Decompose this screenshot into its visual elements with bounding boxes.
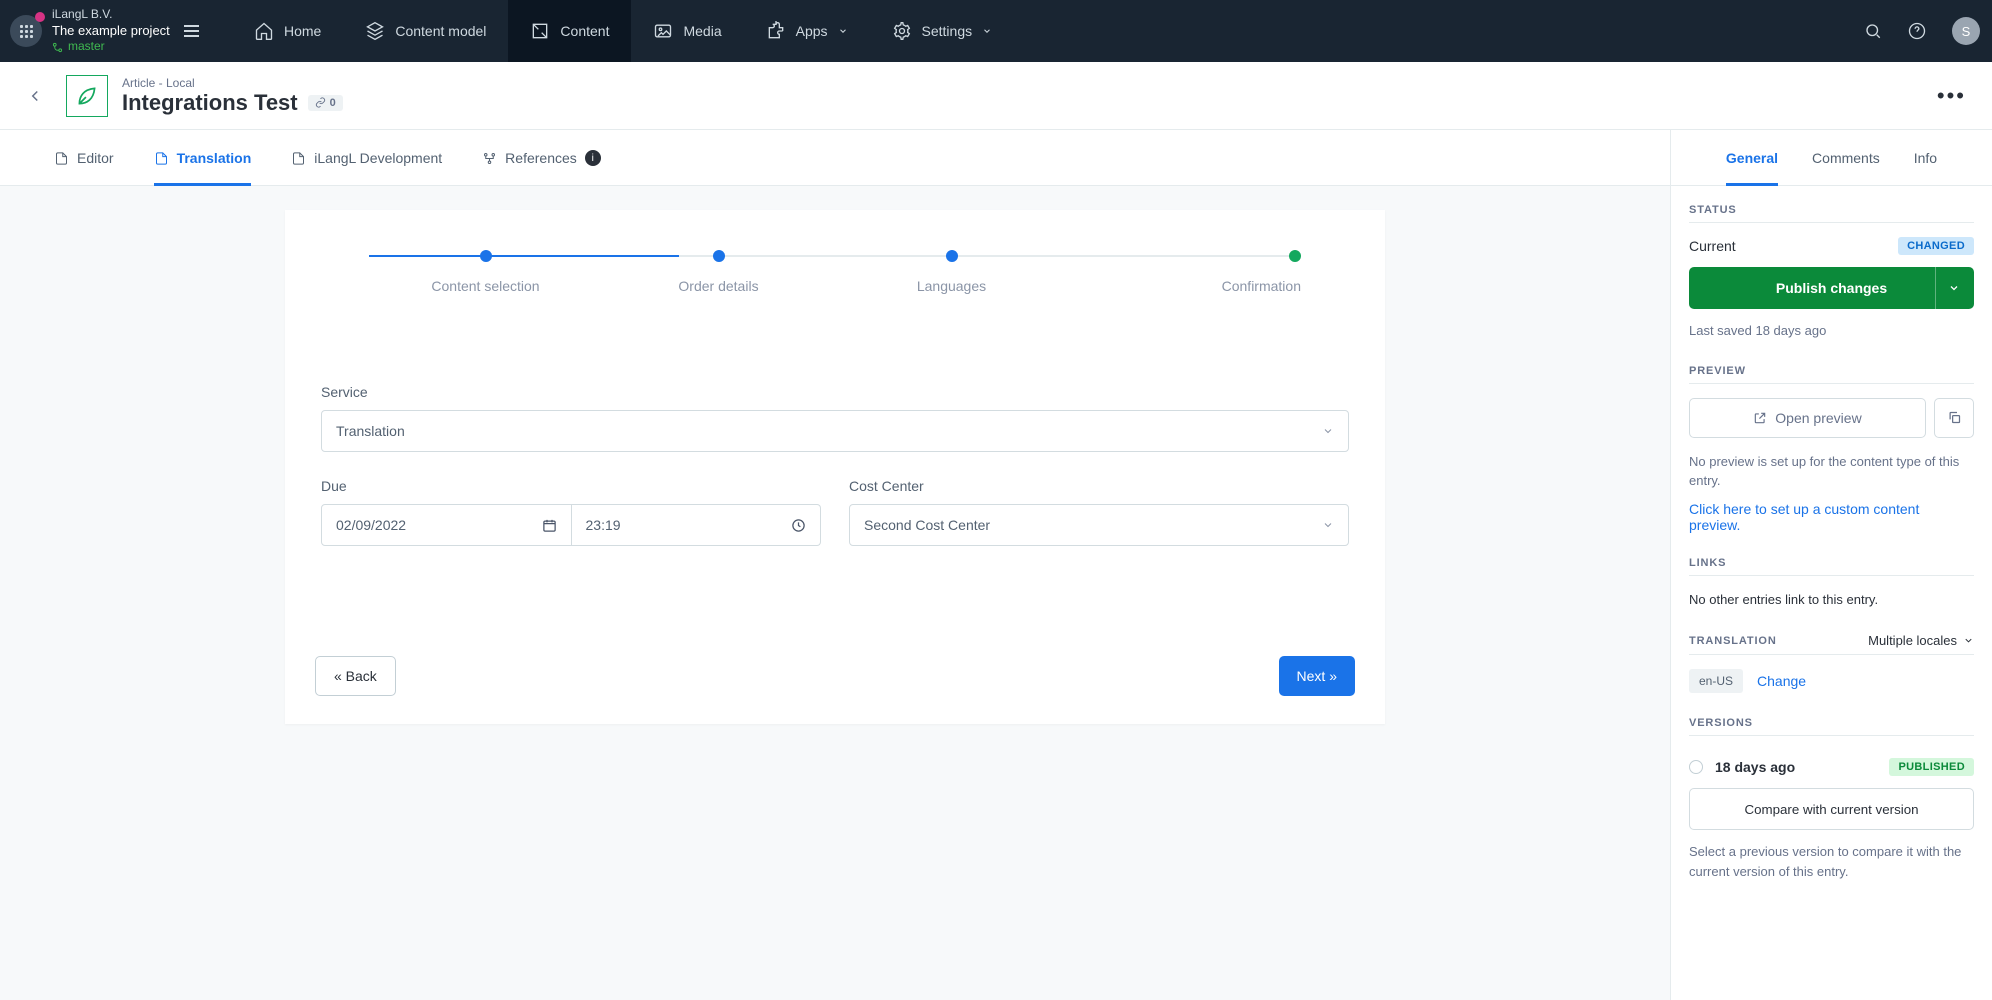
org-switcher[interactable]: iLangL B.V. The example project master: [0, 0, 232, 62]
nav-content[interactable]: Content: [508, 0, 631, 62]
main-nav: Home Content model Content Media Apps Se…: [232, 0, 1014, 62]
topbar: iLangL B.V. The example project master H…: [0, 0, 1992, 62]
topbar-actions: S: [1840, 0, 1992, 62]
tab-references[interactable]: References i: [482, 131, 601, 186]
publish-button[interactable]: Publish changes: [1689, 267, 1974, 309]
link-count-badge[interactable]: 0: [308, 95, 343, 111]
status-badge-published: PUBLISHED: [1889, 758, 1974, 776]
sidebar: General Comments Info STATUS Current CHA…: [1670, 130, 1992, 1000]
entry-more-icon[interactable]: •••: [1929, 83, 1974, 109]
preview-setup-link[interactable]: Click here to set up a custom content pr…: [1689, 501, 1974, 533]
entry-header: Article - Local Integrations Test 0 •••: [0, 62, 1992, 130]
due-date-input[interactable]: 02/09/2022: [321, 504, 572, 546]
branch-indicator[interactable]: master: [52, 39, 170, 55]
side-tab-general[interactable]: General: [1726, 131, 1778, 186]
version-age: 18 days ago: [1715, 759, 1795, 775]
copy-icon: [1947, 410, 1962, 425]
step-languages[interactable]: Languages: [835, 250, 1068, 294]
cost-center-label: Cost Center: [849, 478, 1349, 494]
due-label: Due: [321, 478, 821, 494]
links-heading: LINKS: [1689, 557, 1974, 576]
step-confirmation[interactable]: Confirmation: [1068, 250, 1301, 294]
order-card: Content selection Order details Language…: [285, 210, 1385, 724]
due-time-input[interactable]: 23:19: [572, 504, 822, 546]
version-radio[interactable]: [1689, 760, 1703, 774]
locale-chip: en-US: [1689, 669, 1743, 693]
entry-type-icon: [66, 75, 108, 117]
chevron-down-icon[interactable]: [1935, 267, 1960, 309]
side-tab-info[interactable]: Info: [1914, 131, 1937, 186]
status-current-label: Current: [1689, 238, 1736, 254]
external-link-icon: [1753, 411, 1767, 425]
page-title: Integrations Test: [122, 90, 298, 116]
version-row[interactable]: 18 days ago PUBLISHED: [1689, 758, 1974, 776]
back-button[interactable]: « Back: [315, 656, 396, 696]
sidebar-tabs: General Comments Info: [1671, 130, 1992, 186]
nav-media[interactable]: Media: [631, 0, 743, 62]
search-icon[interactable]: [1864, 22, 1882, 40]
clock-icon: [791, 518, 806, 533]
tab-ilangl[interactable]: iLangL Development: [291, 131, 442, 186]
cost-center-select[interactable]: Second Cost Center: [849, 504, 1349, 546]
nav-home[interactable]: Home: [232, 0, 343, 62]
company-name: iLangL B.V.: [52, 7, 170, 23]
copy-preview-button[interactable]: [1934, 398, 1974, 438]
nav-apps[interactable]: Apps: [744, 0, 870, 62]
nav-content-model[interactable]: Content model: [343, 0, 508, 62]
nav-settings[interactable]: Settings: [870, 0, 1015, 62]
user-avatar[interactable]: S: [1952, 17, 1980, 45]
open-preview-button[interactable]: Open preview: [1689, 398, 1926, 438]
step-order-details[interactable]: Order details: [602, 250, 835, 294]
change-locale-link[interactable]: Change: [1757, 673, 1806, 689]
step-content-selection[interactable]: Content selection: [369, 250, 602, 294]
service-select[interactable]: Translation: [321, 410, 1349, 452]
stepper: Content selection Order details Language…: [369, 250, 1301, 294]
multiple-locales-toggle[interactable]: Multiple locales: [1868, 633, 1974, 648]
entry-tabs: Editor Translation iLangL Development Re…: [0, 130, 1670, 186]
tab-translation[interactable]: Translation: [154, 131, 252, 186]
calendar-icon: [542, 518, 557, 533]
status-badge-changed: CHANGED: [1898, 237, 1974, 255]
preview-heading: PREVIEW: [1689, 365, 1974, 384]
side-tab-comments[interactable]: Comments: [1812, 131, 1880, 186]
versions-help-text: Select a previous version to compare it …: [1689, 842, 1974, 881]
next-button[interactable]: Next »: [1279, 656, 1355, 696]
help-icon[interactable]: [1908, 22, 1926, 40]
project-menu-icon[interactable]: [184, 25, 199, 37]
links-empty-text: No other entries link to this entry.: [1689, 590, 1974, 610]
breadcrumb: Article - Local: [122, 76, 343, 90]
references-count-badge: i: [585, 150, 601, 166]
last-saved-text: Last saved 18 days ago: [1689, 321, 1974, 341]
app-grid-icon[interactable]: [10, 15, 42, 47]
status-heading: STATUS: [1689, 204, 1974, 223]
project-name: The example project: [52, 23, 170, 40]
back-arrow-icon[interactable]: [18, 87, 52, 105]
tab-editor[interactable]: Editor: [54, 131, 114, 186]
main-column: Editor Translation iLangL Development Re…: [0, 130, 1670, 1000]
versions-heading: VERSIONS: [1689, 717, 1974, 736]
translation-heading: TRANSLATION Multiple locales: [1689, 633, 1974, 655]
compare-version-button[interactable]: Compare with current version: [1689, 788, 1974, 830]
preview-empty-text: No preview is set up for the content typ…: [1689, 452, 1974, 491]
service-label: Service: [321, 384, 1349, 400]
